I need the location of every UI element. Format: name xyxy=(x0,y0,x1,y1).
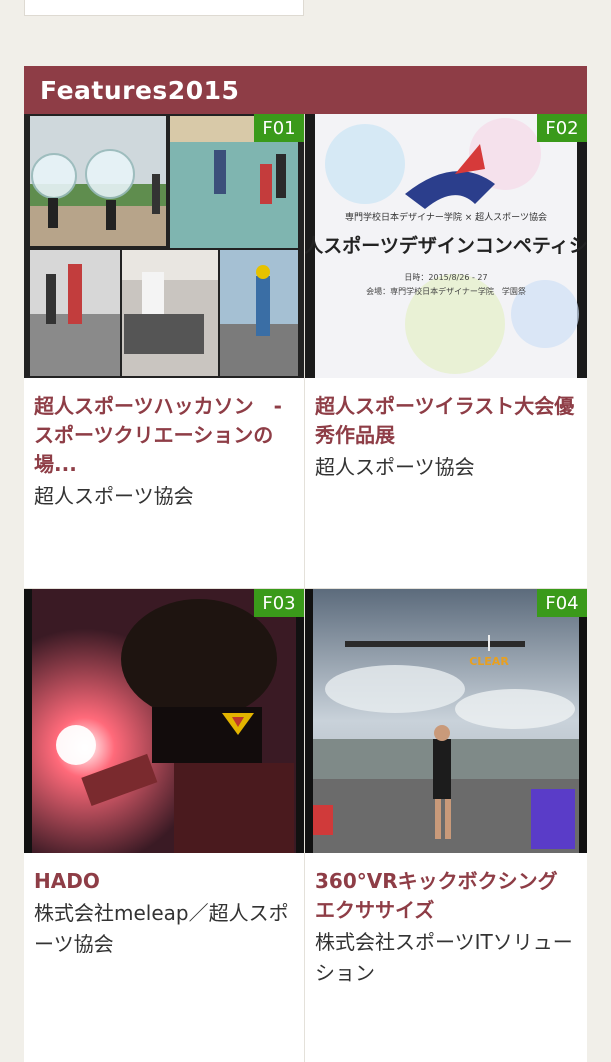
section-header: Features2015 xyxy=(24,66,587,114)
feature-organizer: 超人スポーツ協会 xyxy=(315,455,475,479)
feature-title[interactable]: 超人スポーツイラスト大会優秀作品展 xyxy=(315,392,577,450)
feature-thumbnail-f04[interactable]: CLEAR F04 xyxy=(305,589,587,853)
feature-title[interactable]: 超人スポーツハッカソン -スポーツクリエーションの場... xyxy=(34,392,294,479)
feature-title[interactable]: HADO xyxy=(34,867,294,896)
feature-thumbnail-f03[interactable]: F03 xyxy=(24,589,304,853)
feature-id-badge: F04 xyxy=(537,589,587,617)
collage-image xyxy=(24,114,304,378)
feature-id-badge: F01 xyxy=(254,114,304,142)
feature-card-f01[interactable]: F01 超人スポーツハッカソン -スポーツクリエーションの場... 超人スポーツ… xyxy=(24,114,304,588)
poster-venue: 会場：専門学校日本デザイナー学院 学園祭 xyxy=(366,286,526,296)
previous-card-bottom xyxy=(24,0,304,16)
feature-card-f04[interactable]: CLEAR F04 360°VRキックボクシングエクササイズ 株式会社スポーツI… xyxy=(305,588,587,1062)
feature-title[interactable]: 360°VRキックボクシングエクササイズ xyxy=(315,867,577,925)
poster-headline: 超人スポーツデザインコンペティショ xyxy=(305,234,587,257)
section-title: Features2015 xyxy=(40,75,240,105)
feature-thumbnail-f01[interactable]: F01 xyxy=(24,114,304,378)
poster-subheading: 専門学校日本デザイナー学院 × 超人スポーツ協会 xyxy=(345,211,547,223)
feature-card-f03[interactable]: F03 HADO 株式会社meleap／超人スポーツ協会 xyxy=(24,588,304,1062)
feature-organizer: 株式会社スポーツITソリューション xyxy=(315,930,573,985)
vr-image: CLEAR xyxy=(305,589,587,853)
features-grid: F01 超人スポーツハッカソン -スポーツクリエーションの場... 超人スポーツ… xyxy=(24,114,587,1062)
feature-organizer: 超人スポーツ協会 xyxy=(34,484,194,508)
feature-id-badge: F02 xyxy=(537,114,587,142)
feature-organizer: 株式会社meleap／超人スポーツ協会 xyxy=(34,901,289,956)
feature-id-badge: F03 xyxy=(254,589,304,617)
poster-image: 専門学校日本デザイナー学院 × 超人スポーツ協会 超人スポーツデザインコンペティ… xyxy=(305,114,587,378)
hud-clear-text: CLEAR xyxy=(469,655,509,668)
poster-date: 日時：2015/8/26 - 27 xyxy=(404,273,487,282)
feature-card-f02[interactable]: 専門学校日本デザイナー学院 × 超人スポーツ協会 超人スポーツデザインコンペティ… xyxy=(305,114,587,588)
hado-image xyxy=(24,589,304,853)
features-section: Features2015 F01 超人スポーツハッカソン -スポーツクリエーショ… xyxy=(24,66,587,1062)
feature-thumbnail-f02[interactable]: 専門学校日本デザイナー学院 × 超人スポーツ協会 超人スポーツデザインコンペティ… xyxy=(305,114,587,378)
